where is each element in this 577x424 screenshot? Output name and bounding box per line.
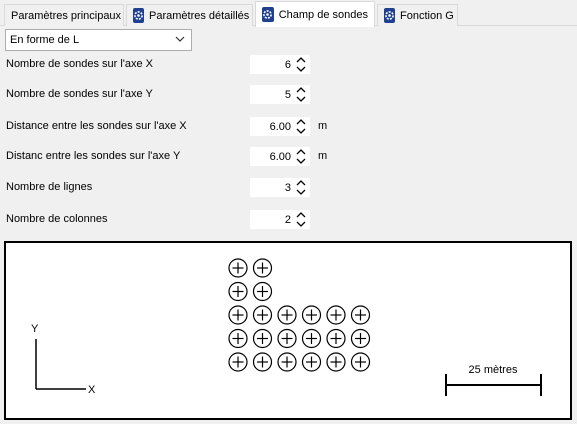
x-axis-label: X bbox=[88, 384, 96, 396]
number-spinbox[interactable]: 5 bbox=[249, 84, 311, 105]
borehole-marker bbox=[252, 258, 273, 278]
borehole-marker bbox=[228, 305, 248, 325]
number-spinbox[interactable]: 6.00 bbox=[249, 116, 311, 137]
borehole-marker bbox=[301, 352, 322, 372]
gear-icon bbox=[262, 7, 274, 22]
borehole-marker bbox=[277, 352, 297, 372]
chevron-up-icon[interactable] bbox=[295, 55, 307, 64]
borehole-field-preview: Y X 25 mètres bbox=[4, 241, 572, 420]
unit-label: m bbox=[318, 120, 328, 132]
spinbox-value: 2 bbox=[284, 213, 291, 226]
borehole-marker bbox=[277, 328, 297, 349]
tab-label: Champ de sondes bbox=[278, 8, 368, 21]
spin-arrows[interactable] bbox=[295, 178, 307, 197]
tab-3[interactable]: Champ de sondes bbox=[255, 1, 375, 27]
chevron-down-icon[interactable] bbox=[295, 157, 307, 166]
field-label: Distanc entre les sondes sur l'axe Y bbox=[6, 150, 181, 162]
number-spinbox[interactable]: 6 bbox=[249, 54, 311, 75]
borehole-marker bbox=[277, 305, 297, 325]
tab-4[interactable]: Fonction G bbox=[377, 4, 458, 26]
borehole-marker bbox=[252, 328, 273, 349]
borehole-marker bbox=[350, 328, 371, 349]
scale-label: 25 mètres bbox=[469, 364, 518, 376]
borehole-marker bbox=[252, 305, 273, 325]
chevron-down-icon bbox=[175, 36, 185, 42]
chevron-up-icon[interactable] bbox=[295, 178, 307, 187]
borehole-marker bbox=[326, 352, 346, 372]
gear-icon bbox=[384, 8, 395, 23]
spin-arrows[interactable] bbox=[295, 117, 307, 136]
field-label: Nombre de lignes bbox=[6, 181, 93, 193]
field-label: Nombre de sondes sur l'axe X bbox=[6, 58, 154, 70]
probe-field-panel: En forme de L Nombre de sondes sur l'axe… bbox=[0, 26, 577, 424]
borehole-marker bbox=[228, 258, 248, 278]
chevron-down-icon[interactable] bbox=[295, 127, 307, 136]
borehole-marker bbox=[252, 281, 273, 302]
borehole-marker bbox=[252, 352, 273, 372]
layout-shape-value: En forme de L bbox=[10, 34, 80, 46]
chevron-up-icon[interactable] bbox=[295, 147, 307, 156]
tab-label: Paramètres principaux bbox=[11, 9, 122, 22]
chevron-down-icon[interactable] bbox=[295, 95, 307, 104]
spin-arrows[interactable] bbox=[295, 85, 307, 104]
borehole-marker bbox=[228, 281, 248, 302]
borehole-marker bbox=[326, 328, 346, 349]
tab-label: Paramètres détaillés bbox=[149, 9, 250, 22]
field-label: Distance entre les sondes sur l'axe X bbox=[6, 120, 187, 132]
spinbox-value: 3 bbox=[284, 181, 291, 194]
borehole-marker bbox=[228, 328, 248, 349]
field-label: Nombre de colonnes bbox=[6, 213, 108, 225]
number-spinbox[interactable]: 6.00 bbox=[249, 146, 311, 167]
borehole-marker bbox=[326, 305, 346, 325]
chevron-down-icon[interactable] bbox=[295, 65, 307, 74]
tab-2[interactable]: Paramètres détaillés bbox=[126, 4, 253, 26]
layout-shape-select[interactable]: En forme de L bbox=[5, 29, 192, 51]
spin-arrows[interactable] bbox=[295, 55, 307, 74]
spin-arrows[interactable] bbox=[295, 147, 307, 166]
field-label: Nombre de sondes sur l'axe Y bbox=[6, 88, 153, 100]
borehole-marker bbox=[301, 328, 322, 349]
borehole-marker bbox=[350, 305, 371, 325]
chevron-down-icon[interactable] bbox=[295, 220, 307, 229]
borehole-marker bbox=[301, 305, 322, 325]
spinbox-value: 6.00 bbox=[269, 150, 291, 163]
number-spinbox[interactable]: 3 bbox=[249, 177, 311, 198]
tab-label: Fonction G bbox=[400, 9, 454, 22]
chevron-down-icon[interactable] bbox=[295, 188, 307, 197]
chevron-up-icon[interactable] bbox=[295, 210, 307, 219]
borehole-marker bbox=[228, 352, 248, 372]
spinbox-value: 6 bbox=[284, 58, 291, 71]
chevron-up-icon[interactable] bbox=[295, 117, 307, 126]
tab-1[interactable]: Paramètres principaux bbox=[4, 4, 124, 26]
borehole-marker bbox=[350, 352, 371, 372]
y-axis-label: Y bbox=[31, 323, 39, 335]
gear-icon bbox=[133, 8, 144, 23]
tab-bar: Paramètres principaux Paramètres détaillé… bbox=[0, 0, 577, 27]
preview-drawing: Y X 25 mètres bbox=[31, 258, 542, 396]
spin-arrows[interactable] bbox=[295, 210, 307, 229]
spinbox-value: 5 bbox=[284, 88, 291, 101]
spinbox-value: 6.00 bbox=[269, 120, 291, 133]
chevron-up-icon[interactable] bbox=[295, 85, 307, 94]
unit-label: m bbox=[318, 150, 328, 162]
number-spinbox[interactable]: 2 bbox=[249, 209, 311, 230]
borehole-grid bbox=[228, 258, 371, 372]
